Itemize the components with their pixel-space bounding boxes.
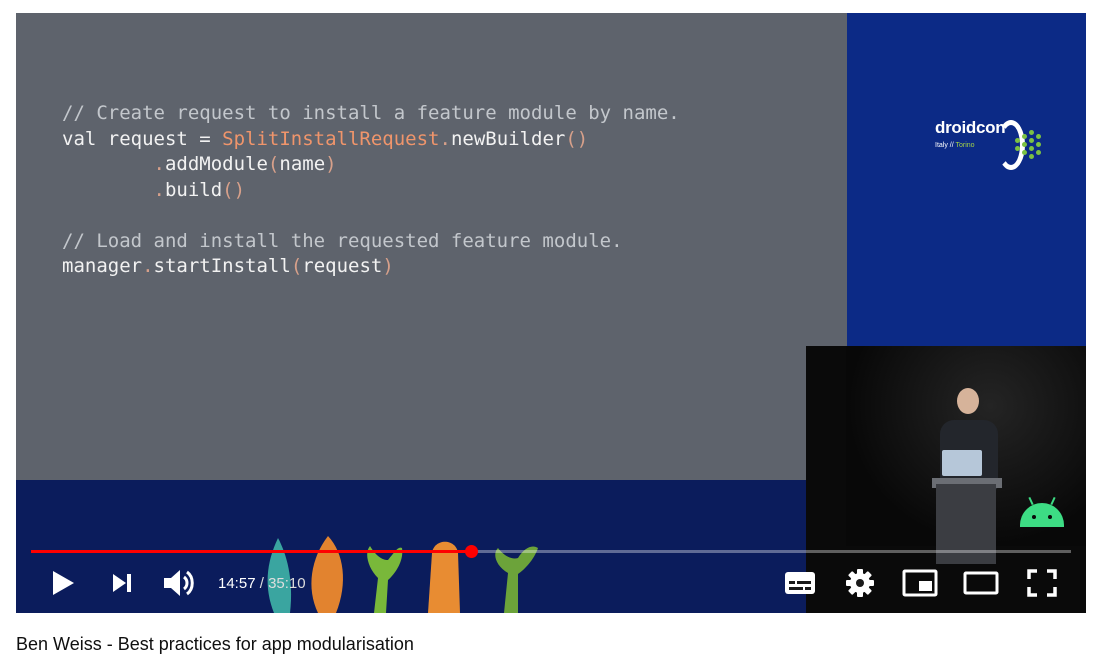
code-token: newBuilder	[450, 127, 566, 150]
time-separator: /	[255, 575, 269, 592]
code-token: .	[439, 127, 451, 150]
progress-scrubber-handle[interactable]	[464, 545, 478, 558]
miniplayer-button[interactable]	[900, 561, 940, 609]
code-token: build	[164, 178, 223, 201]
miniplayer-icon	[902, 569, 938, 601]
brand-panel: droidcon Italy // Torino	[847, 13, 1086, 346]
code-token: .	[153, 153, 165, 175]
code-token: SplitInstallRequest	[222, 127, 440, 150]
subtitles-icon	[784, 571, 816, 599]
code-token: name	[279, 153, 326, 175]
code-token: .	[153, 178, 165, 201]
settings-icon	[845, 568, 875, 602]
code-token: )	[325, 153, 337, 175]
laptop	[942, 450, 982, 476]
subtitles-button[interactable]	[782, 561, 818, 609]
current-time: 14:57	[218, 575, 256, 592]
code-block: // Create request to install a feature m…	[62, 101, 680, 280]
code-token: request	[302, 255, 383, 277]
fullscreen-button[interactable]	[1022, 561, 1062, 609]
code-token: manager	[62, 255, 143, 277]
next-button[interactable]	[107, 561, 137, 609]
code-line: // Create request to install a feature m…	[62, 101, 680, 127]
code-token: ()	[565, 127, 589, 150]
progress-played	[31, 550, 471, 553]
logo-text: droidcon	[935, 118, 1006, 137]
settings-button[interactable]	[842, 561, 878, 609]
theater-mode-icon	[963, 571, 999, 599]
code-line: manager.startInstall(request)	[62, 254, 680, 280]
progress-bar[interactable]	[31, 545, 1071, 558]
logo-subtitle: Italy // Torino	[935, 142, 975, 149]
code-line: // Load and install the requested featur…	[62, 229, 680, 255]
theater-mode-button[interactable]	[961, 561, 1001, 609]
video-title: Ben Weiss - Best practices for app modul…	[16, 634, 414, 654]
code-token: addModule	[164, 153, 268, 175]
code-line: val request = SplitInstallRequest.newBui…	[62, 127, 680, 153]
code-token: // Load and install the requested featur…	[62, 229, 623, 252]
code-token: startInstall	[153, 255, 291, 277]
code-token: )	[382, 255, 394, 277]
logo-sub-city: Torino	[955, 142, 975, 149]
code-token: (	[267, 153, 280, 175]
code-line: .build()	[62, 178, 680, 204]
code-token: ()	[222, 178, 246, 201]
logo-bracket-icon	[997, 120, 1025, 170]
play-button[interactable]	[46, 561, 80, 609]
next-icon	[111, 573, 133, 597]
code-line: .addModule(name)	[62, 152, 680, 178]
code-token: .	[142, 255, 154, 277]
video-player[interactable]: // Create request to install a feature m…	[16, 13, 1086, 613]
mute-button[interactable]	[161, 561, 197, 609]
time-display: 14:57 / 35:10	[218, 575, 306, 592]
code-token: (	[290, 255, 303, 277]
duration: 35:10	[268, 575, 306, 592]
speaker-head	[957, 388, 979, 414]
code-token: // Create request to install a feature m…	[62, 102, 680, 124]
logo-sub-country: Italy //	[935, 142, 956, 149]
code-token: val request =	[62, 127, 223, 150]
fullscreen-icon	[1027, 569, 1057, 601]
player-controls: 14:57 / 35:10	[16, 561, 1086, 609]
volume-icon	[162, 568, 196, 602]
slide-panel: // Create request to install a feature m…	[16, 13, 847, 480]
play-icon	[51, 570, 75, 600]
